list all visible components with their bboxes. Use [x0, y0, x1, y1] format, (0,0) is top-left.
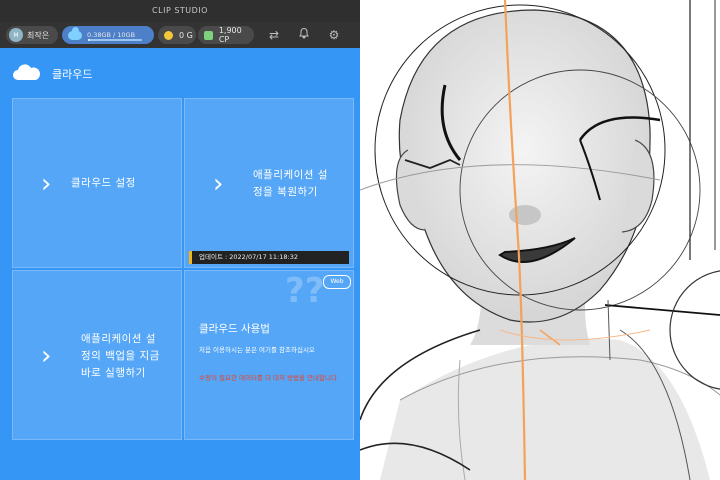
cloud-icon — [68, 26, 82, 40]
bell-icon[interactable] — [296, 27, 312, 43]
cp-ticket-icon — [204, 30, 213, 40]
cloud-logo-icon — [13, 64, 40, 80]
usage-warning: 수정이 필요한 데이터를 더 대처 방법을 안내합니다 — [199, 374, 337, 382]
web-badge: Web — [323, 275, 351, 289]
gear-icon[interactable]: ⚙ — [326, 27, 342, 43]
storage-text: 0.38GB / 10GB — [87, 31, 136, 39]
restore-settings-tile[interactable]: › 애플리케이션 설 정을 복원하기 업데이트 : 2022/07/17 11:… — [184, 98, 354, 268]
cp-button[interactable]: 1,900 CP — [198, 26, 254, 44]
clip-studio-window: CLIP STUDIO M 최작은 0.38GB / 10GB 0 G 1,90… — [0, 0, 360, 480]
cloud-settings-tile[interactable]: › 클라우드 설정 — [12, 98, 182, 268]
sync-icon[interactable]: ⇄ — [266, 27, 282, 43]
cloud-usage-tile[interactable]: ?? Web 클라우드 사용법 처음 이용하시는 분은 여기를 참조하십시오 수… — [184, 270, 354, 440]
status-bar: M 최작은 0.38GB / 10GB 0 G 1,900 CP ⇄ ⚙ — [0, 22, 360, 49]
user-button[interactable]: M 최작은 — [6, 26, 58, 44]
panel-title: 클라우드 — [52, 68, 93, 81]
storage-usage-fill — [88, 39, 91, 41]
chevron-right-icon: › — [41, 341, 52, 371]
cloud-panel: 클라우드 › 클라우드 설정 › 애플리케이션 설 정을 복원하기 업데이트 :… — [0, 48, 360, 480]
character-sketch — [360, 0, 720, 480]
restore-settings-label: 애플리케이션 설 정을 복원하기 — [253, 169, 328, 198]
last-update-label: 업데이트 : 2022/07/17 11:18:32 — [189, 251, 349, 264]
chevron-right-icon: › — [41, 169, 52, 199]
usage-title: 클라우드 사용법 — [199, 323, 270, 335]
user-name: 최작은 — [27, 30, 50, 40]
cloud-settings-label: 클라우드 설정 — [71, 177, 136, 189]
backup-now-label: 애플리케이션 설 정의 백업을 지금 바로 실행하기 — [81, 333, 160, 379]
chevron-right-icon: › — [213, 169, 224, 199]
gold-button[interactable]: 0 G — [158, 26, 196, 44]
avatar-icon: M — [9, 28, 23, 42]
sketch-canvas[interactable] — [360, 0, 720, 480]
gold-text: 0 G — [179, 30, 193, 40]
gold-coin-icon — [164, 30, 173, 40]
usage-description: 처음 이용하시는 분은 여기를 참조하십시오 — [199, 346, 315, 354]
window-title: CLIP STUDIO — [0, 0, 360, 22]
question-marks-icon: ?? — [285, 271, 325, 311]
storage-usage-bar — [88, 39, 142, 41]
cp-text: 1,900 CP — [218, 26, 242, 44]
storage-button[interactable]: 0.38GB / 10GB — [62, 26, 154, 44]
backup-now-tile[interactable]: › 애플리케이션 설 정의 백업을 지금 바로 실행하기 — [12, 270, 182, 440]
